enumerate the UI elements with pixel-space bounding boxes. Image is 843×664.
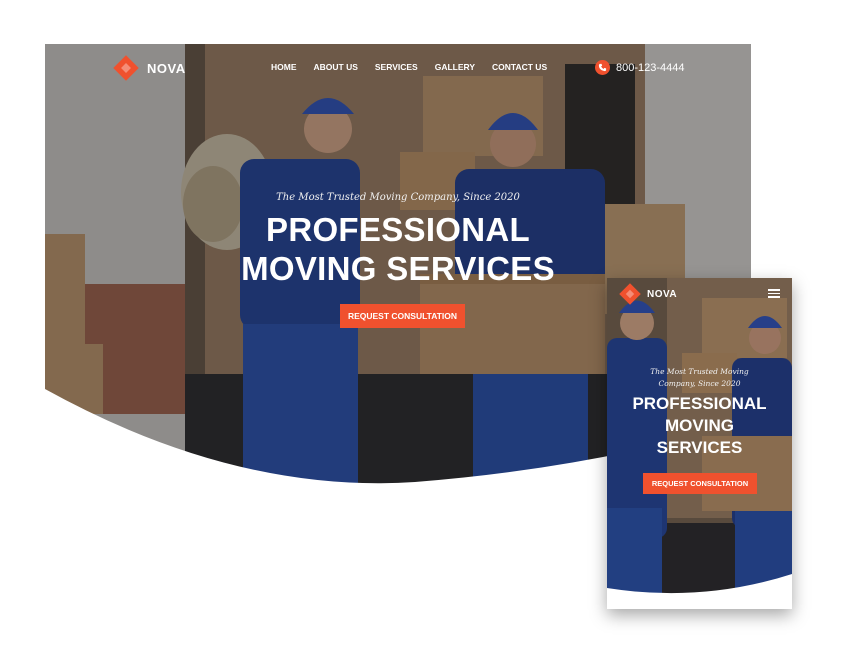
mobile-bottom-curve: [607, 574, 792, 609]
mobile-preview: NOVA The Most Trusted Moving Company, Si…: [607, 278, 792, 609]
